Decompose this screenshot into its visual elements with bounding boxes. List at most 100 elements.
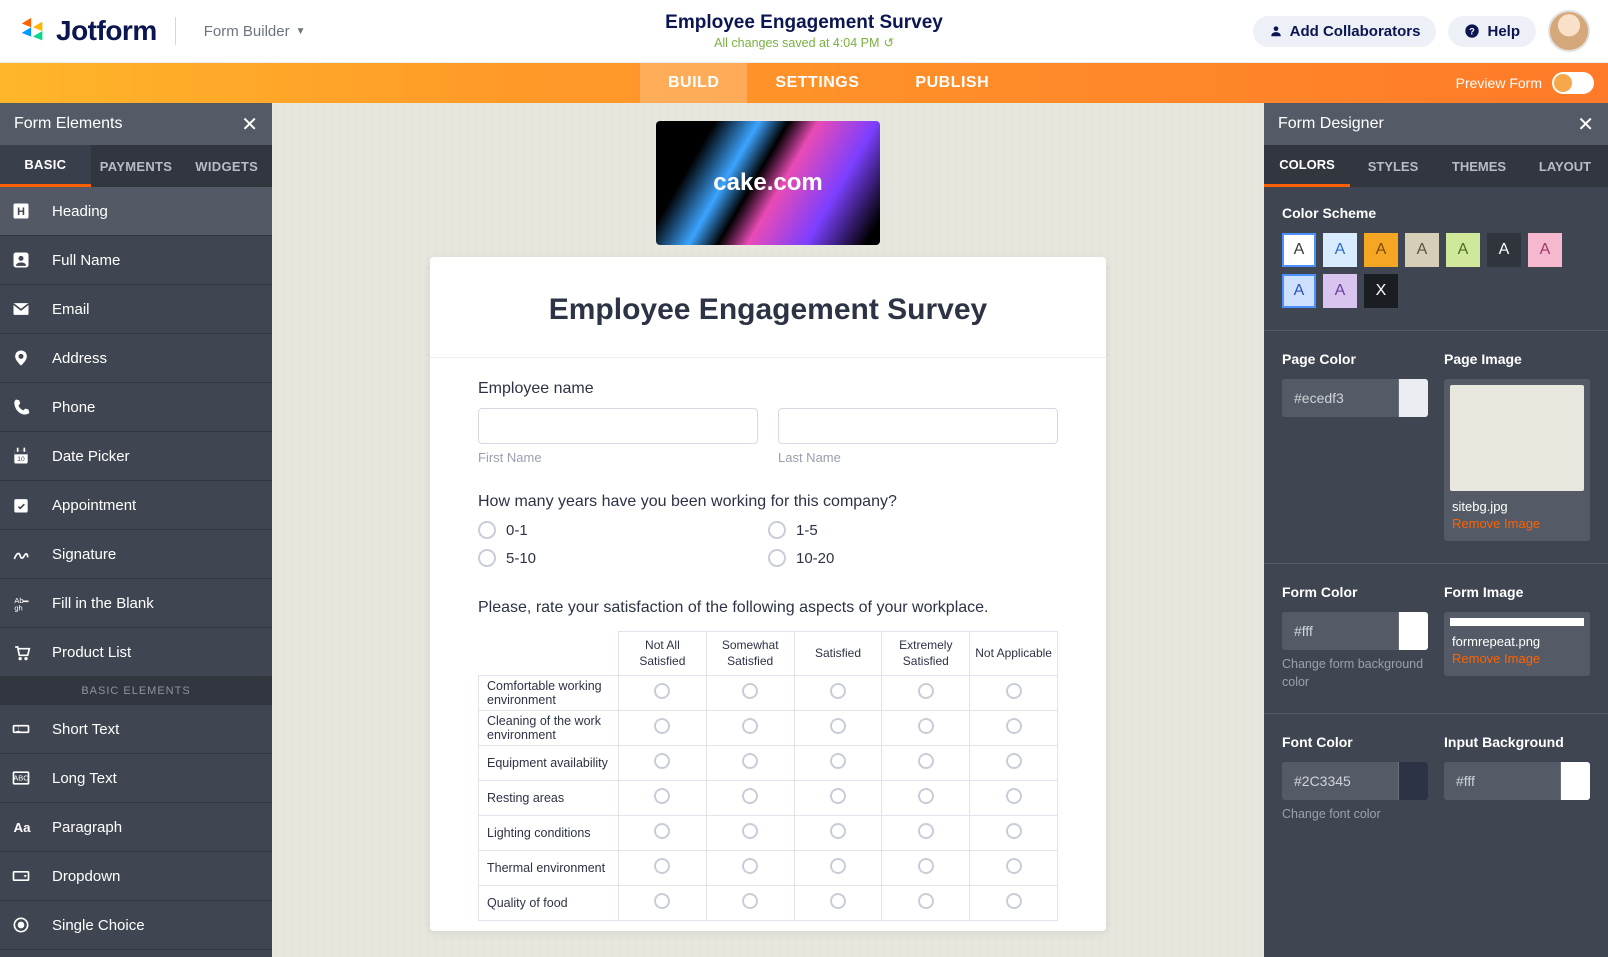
input-bg-swatch[interactable] xyxy=(1560,762,1590,800)
tab-layout[interactable]: LAYOUT xyxy=(1522,145,1608,187)
element-phone[interactable]: Phone xyxy=(0,383,272,432)
preview-toggle[interactable] xyxy=(1552,72,1594,94)
page-image-box[interactable]: sitebg.jpg Remove Image xyxy=(1444,379,1590,541)
years-option[interactable]: 10-20 xyxy=(768,549,1058,567)
years-option[interactable]: 5-10 xyxy=(478,549,768,567)
matrix-cell[interactable] xyxy=(706,886,794,921)
close-icon[interactable]: ✕ xyxy=(241,112,258,137)
years-option[interactable]: 0-1 xyxy=(478,521,768,539)
font-color-input[interactable]: #2C3345 xyxy=(1282,762,1428,800)
color-scheme-swatch[interactable]: X xyxy=(1364,274,1398,308)
form-image-box[interactable]: formrepeat.png Remove Image xyxy=(1444,612,1590,676)
matrix-cell[interactable] xyxy=(882,676,970,711)
tab-publish[interactable]: PUBLISH xyxy=(887,63,1017,103)
matrix-cell[interactable] xyxy=(882,781,970,816)
element-product-list[interactable]: Product List xyxy=(0,628,272,677)
tab-themes[interactable]: THEMES xyxy=(1436,145,1522,187)
last-name-input[interactable] xyxy=(778,408,1058,444)
years-question-block[interactable]: How many years have you been working for… xyxy=(478,493,1058,567)
matrix-cell[interactable] xyxy=(882,816,970,851)
matrix-cell[interactable] xyxy=(619,711,707,746)
tab-settings[interactable]: SETTINGS xyxy=(747,63,887,103)
matrix-cell[interactable] xyxy=(794,851,882,886)
remove-page-image[interactable]: Remove Image xyxy=(1450,514,1584,535)
matrix-cell[interactable] xyxy=(619,886,707,921)
input-bg-input[interactable]: #fff xyxy=(1444,762,1590,800)
matrix-cell[interactable] xyxy=(970,746,1058,781)
color-scheme-swatch[interactable]: A xyxy=(1528,233,1562,267)
color-scheme-swatch[interactable]: A xyxy=(1323,274,1357,308)
tab-colors[interactable]: COLORS xyxy=(1264,145,1350,187)
matrix-cell[interactable] xyxy=(794,711,882,746)
matrix-cell[interactable] xyxy=(619,676,707,711)
matrix-cell[interactable] xyxy=(706,746,794,781)
element-paragraph[interactable]: AaParagraph xyxy=(0,803,272,852)
matrix-cell[interactable] xyxy=(882,711,970,746)
user-avatar[interactable] xyxy=(1548,10,1590,52)
matrix-cell[interactable] xyxy=(970,676,1058,711)
font-color-swatch[interactable] xyxy=(1398,762,1428,800)
tab-styles[interactable]: STYLES xyxy=(1350,145,1436,187)
matrix-cell[interactable] xyxy=(794,886,882,921)
first-name-input[interactable] xyxy=(478,408,758,444)
employee-name-label[interactable]: Employee name xyxy=(478,380,1058,398)
element-address[interactable]: Address xyxy=(0,334,272,383)
color-scheme-swatch[interactable]: A xyxy=(1323,233,1357,267)
matrix-cell[interactable] xyxy=(794,746,882,781)
element-dropdown[interactable]: Dropdown xyxy=(0,852,272,901)
form-color-swatch[interactable] xyxy=(1398,612,1428,650)
matrix-cell[interactable] xyxy=(794,816,882,851)
color-scheme-swatch[interactable]: A xyxy=(1405,233,1439,267)
tab-widgets[interactable]: WIDGETS xyxy=(181,145,272,187)
page-color-swatch[interactable] xyxy=(1398,379,1428,417)
matrix-cell[interactable] xyxy=(706,816,794,851)
form-builder-dropdown[interactable]: Form Builder ▼ xyxy=(194,19,316,44)
matrix-cell[interactable] xyxy=(970,781,1058,816)
undo-icon[interactable]: ↺ xyxy=(883,35,893,50)
element-appointment[interactable]: Appointment xyxy=(0,481,272,530)
help-button[interactable]: ? Help xyxy=(1448,16,1536,47)
page-color-input[interactable]: #ecedf3 xyxy=(1282,379,1428,417)
color-scheme-swatch[interactable]: A xyxy=(1282,233,1316,267)
brand-logo[interactable]: Jotform xyxy=(18,15,157,47)
tab-build[interactable]: BUILD xyxy=(640,63,747,103)
form-logo-banner[interactable]: cake.com xyxy=(656,121,880,245)
element-short-text[interactable]: ⌶Short Text xyxy=(0,705,272,754)
color-scheme-swatch[interactable]: A xyxy=(1282,274,1316,308)
matrix-cell[interactable] xyxy=(706,851,794,886)
matrix-cell[interactable] xyxy=(619,816,707,851)
form-title-header[interactable]: Employee Engagement Survey xyxy=(665,12,943,34)
form-title[interactable]: Employee Engagement Survey xyxy=(478,293,1058,327)
element-date-picker[interactable]: 10Date Picker xyxy=(0,432,272,481)
matrix-cell[interactable] xyxy=(970,711,1058,746)
element-single-choice[interactable]: Single Choice xyxy=(0,901,272,950)
matrix-cell[interactable] xyxy=(794,676,882,711)
matrix-cell[interactable] xyxy=(794,781,882,816)
color-scheme-swatch[interactable]: A xyxy=(1487,233,1521,267)
tab-basic[interactable]: BASIC xyxy=(0,145,91,187)
matrix-cell[interactable] xyxy=(882,886,970,921)
matrix-cell[interactable] xyxy=(619,851,707,886)
matrix-cell[interactable] xyxy=(619,746,707,781)
matrix-cell[interactable] xyxy=(970,886,1058,921)
form-canvas[interactable]: cake.com Employee Engagement Survey Empl… xyxy=(272,103,1264,957)
color-scheme-swatch[interactable]: A xyxy=(1446,233,1480,267)
matrix-cell[interactable] xyxy=(706,711,794,746)
add-collaborators-button[interactable]: Add Collaborators xyxy=(1253,16,1437,47)
matrix-cell[interactable] xyxy=(706,676,794,711)
element-long-text[interactable]: ABCLong Text xyxy=(0,754,272,803)
element-heading[interactable]: HHeading xyxy=(0,187,272,236)
element-full-name[interactable]: Full Name xyxy=(0,236,272,285)
matrix-cell[interactable] xyxy=(619,781,707,816)
remove-form-image[interactable]: Remove Image xyxy=(1450,649,1584,670)
matrix-cell[interactable] xyxy=(882,746,970,781)
years-option[interactable]: 1-5 xyxy=(768,521,1058,539)
element-email[interactable]: Email xyxy=(0,285,272,334)
form-color-input[interactable]: #fff xyxy=(1282,612,1428,650)
element-fill-in-the-blank[interactable]: AbghFill in the Blank xyxy=(0,579,272,628)
matrix-cell[interactable] xyxy=(882,851,970,886)
matrix-cell[interactable] xyxy=(706,781,794,816)
tab-payments[interactable]: PAYMENTS xyxy=(91,145,182,187)
matrix-cell[interactable] xyxy=(970,816,1058,851)
close-icon[interactable]: ✕ xyxy=(1577,112,1594,137)
